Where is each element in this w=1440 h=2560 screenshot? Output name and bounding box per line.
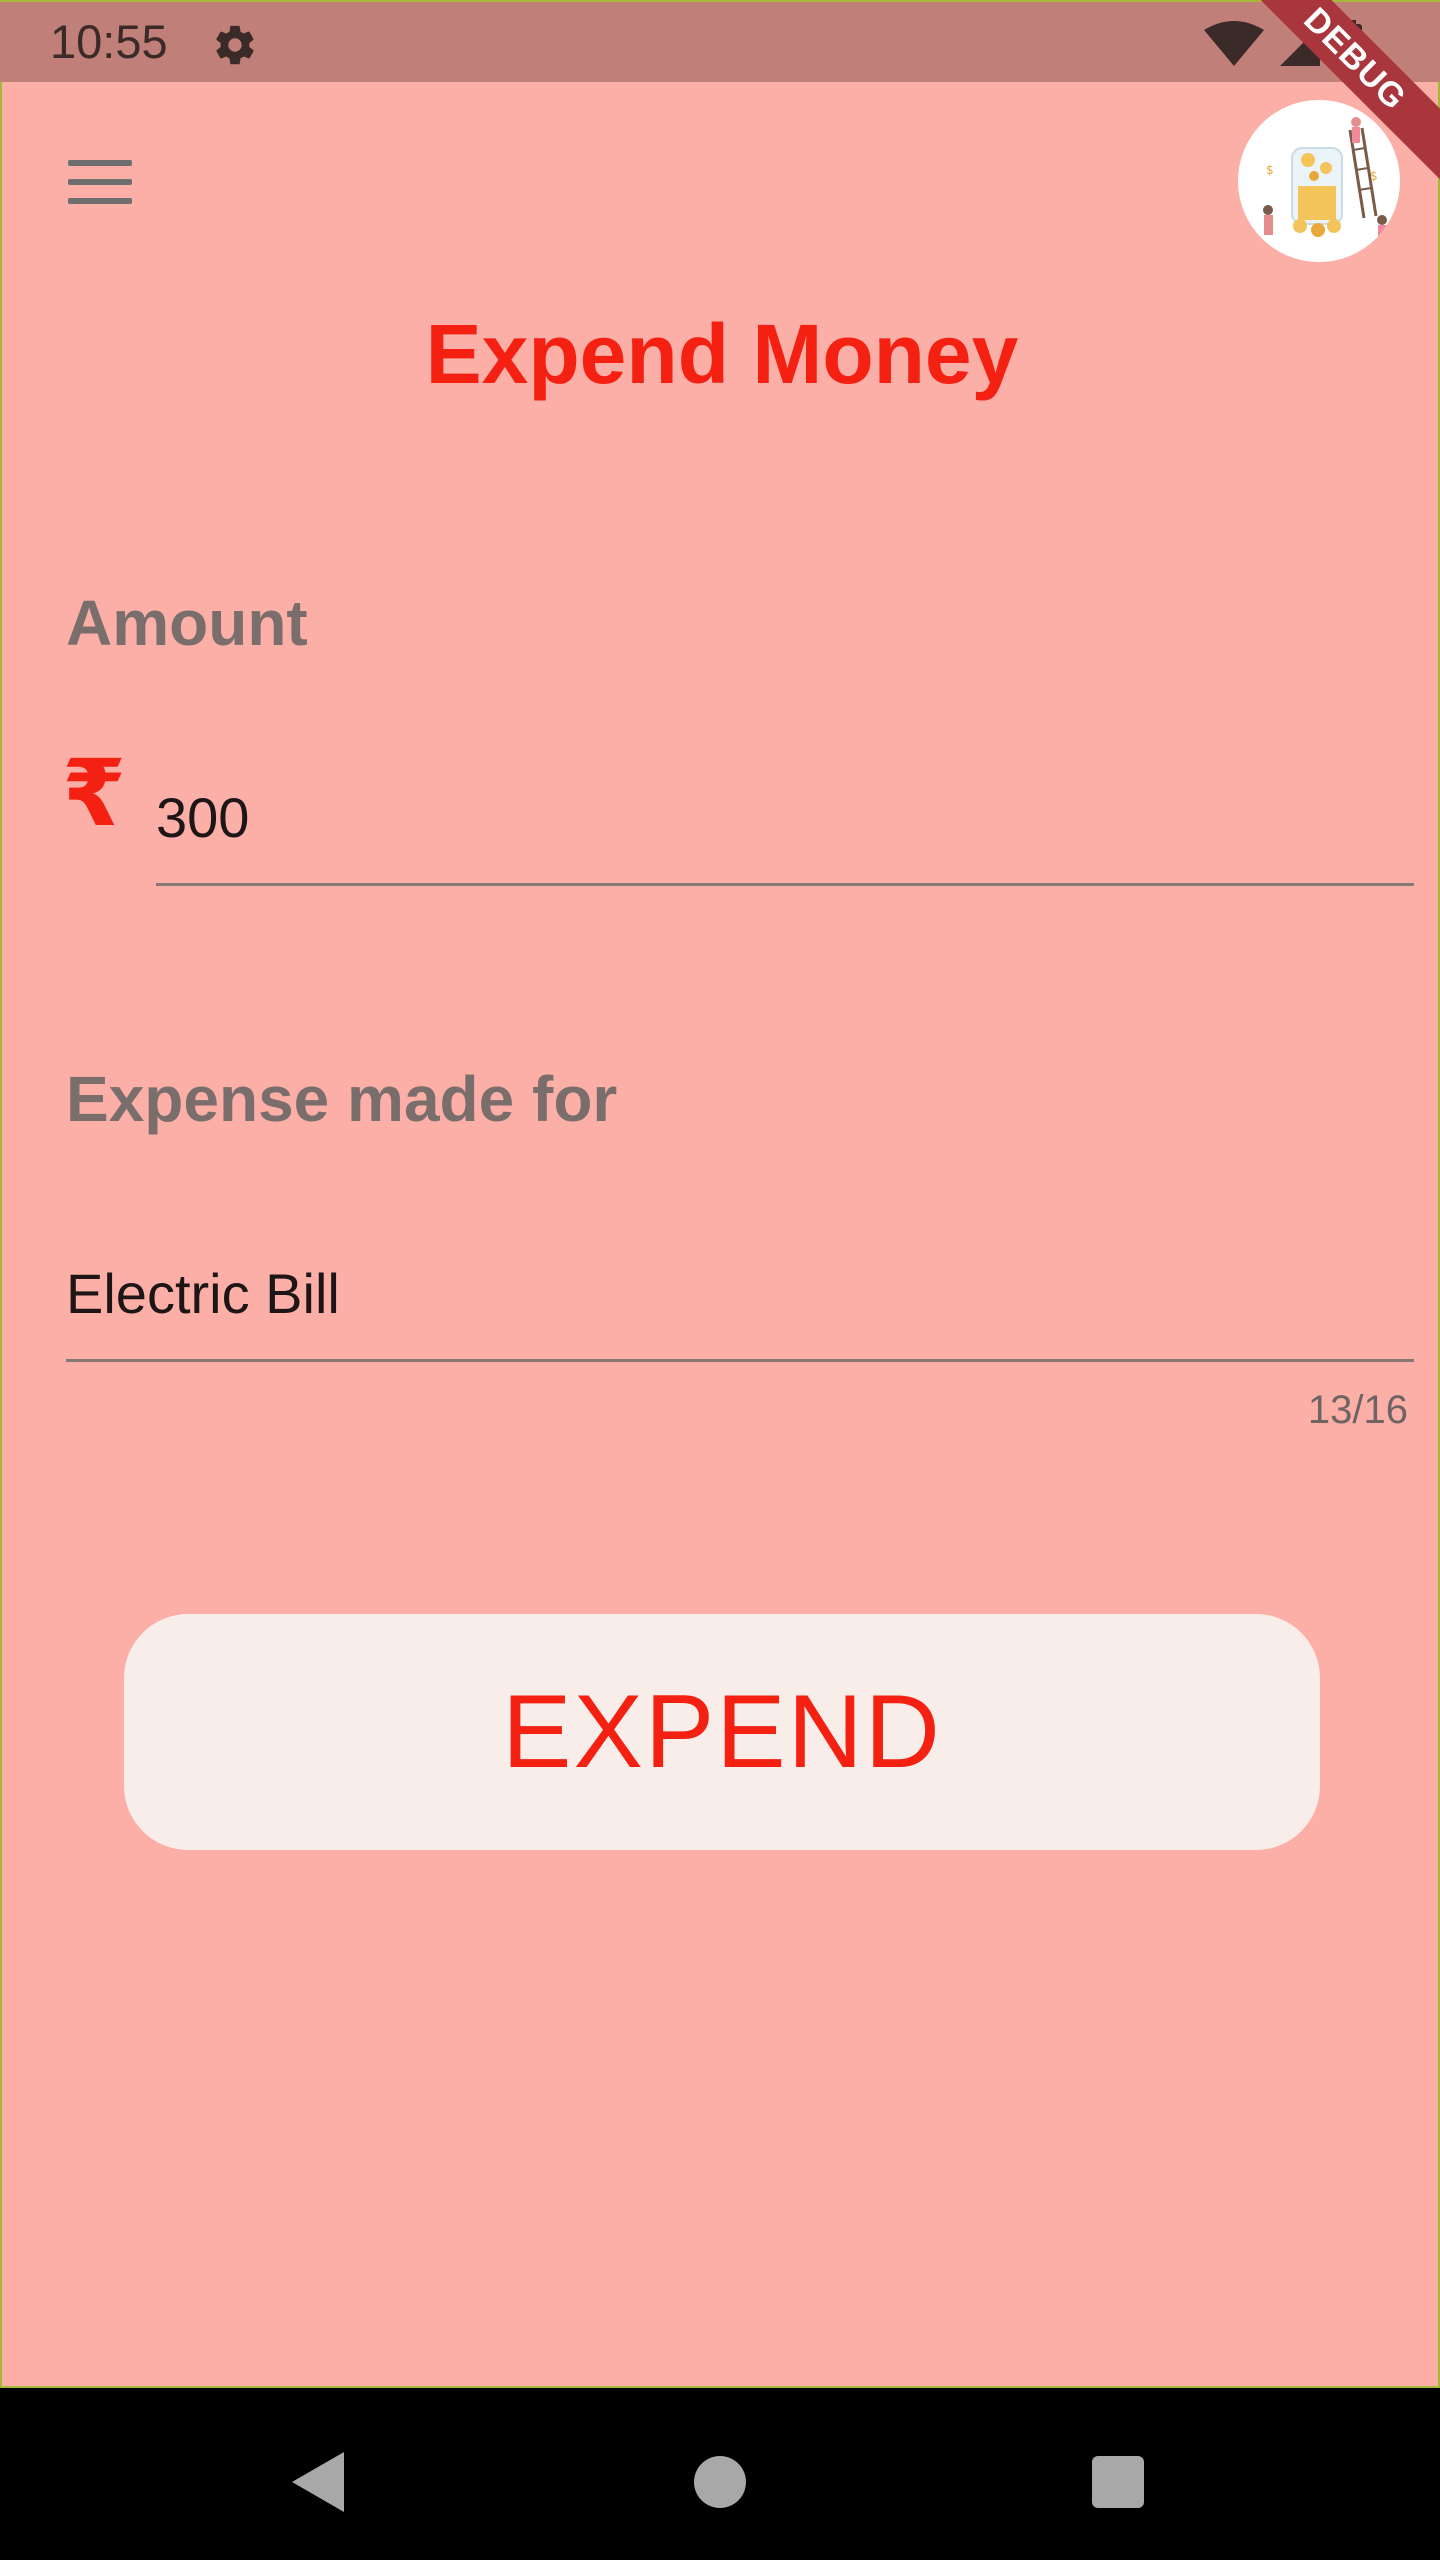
app-screen: $ $ Expend Money Amount ₹ Expense made f… xyxy=(0,0,1440,2560)
settings-gear-icon xyxy=(216,25,254,65)
status-bar: 10:55 xyxy=(0,0,1440,82)
rupee-icon: ₹ xyxy=(62,740,127,847)
app-content-area: $ $ Expend Money Amount ₹ Expense made f… xyxy=(0,0,1440,2388)
amount-label: Amount xyxy=(66,587,308,659)
avatar[interactable]: $ $ xyxy=(1238,100,1400,262)
status-time: 10:55 xyxy=(50,15,168,68)
money-jar-illustration: $ $ xyxy=(1238,100,1400,262)
page-title: Expend Money xyxy=(425,307,1019,401)
hamburger-line xyxy=(68,198,132,204)
character-counter: 13/16 xyxy=(1307,1388,1408,1432)
back-triangle-icon[interactable] xyxy=(290,2450,346,2514)
menu-button[interactable] xyxy=(56,150,146,214)
recents-square-icon[interactable] xyxy=(1092,2456,1144,2508)
home-circle-icon[interactable] xyxy=(694,2456,746,2508)
wifi-icon xyxy=(1204,21,1264,66)
expense-made-for-label: Expense made for xyxy=(66,1063,618,1135)
hamburger-menu-icon xyxy=(68,160,132,166)
expense-made-for-input[interactable] xyxy=(66,1228,1414,1362)
svg-text:$: $ xyxy=(1370,169,1378,183)
svg-text:$: $ xyxy=(1266,163,1274,177)
expend-button[interactable]: EXPEND xyxy=(124,1614,1320,1850)
navigation-bar xyxy=(0,2390,1440,2560)
amount-input[interactable] xyxy=(156,752,1414,886)
hamburger-line xyxy=(68,179,132,185)
